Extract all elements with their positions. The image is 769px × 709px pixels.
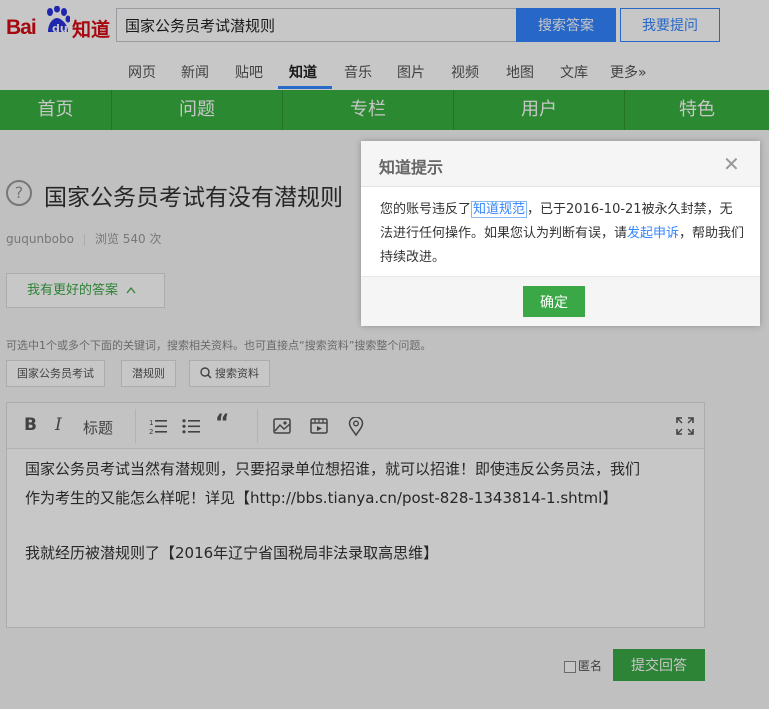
modal-overlay[interactable] <box>0 0 769 709</box>
dialog-title: 知道提示 <box>379 158 444 177</box>
dialog-message: 您的账号违反了 知道规范 ，已于2016-10-21被永久封禁，无法进行任何操作。如… <box>380 198 745 270</box>
zhidao-notice-dialog: 知道提示 ✕ 您的账号违反了 知道规范 ，已于2016-10-21被永久封禁，无法进… <box>361 141 760 326</box>
close-icon[interactable]: ✕ <box>723 152 740 176</box>
zhidao-rules-link[interactable]: 知道规范 <box>471 201 528 218</box>
confirm-button[interactable]: 确定 <box>523 286 585 317</box>
appeal-link[interactable]: 发起申诉 <box>627 226 679 241</box>
dialog-header: 知道提示 ✕ <box>361 141 760 187</box>
dialog-footer: 确定 <box>361 276 760 326</box>
dialog-text: 您的账号违反了 <box>380 202 472 217</box>
